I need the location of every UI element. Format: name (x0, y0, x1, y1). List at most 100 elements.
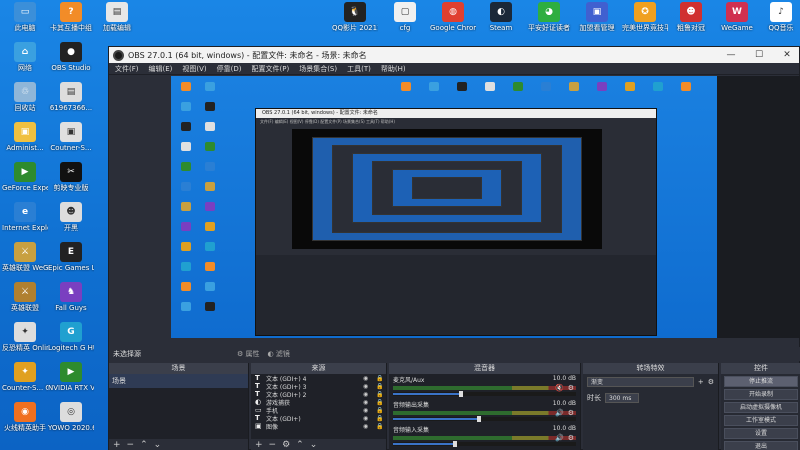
settings-button[interactable]: 设置 (724, 428, 798, 439)
lock-icon[interactable]: 🔒 (376, 383, 386, 390)
minimize-button[interactable]: — (719, 50, 743, 60)
obs-titlebar[interactable]: OBS 27.0.1 (64 bit, windows) - 配置文件: 未命名… (109, 47, 799, 63)
transition-select[interactable]: 渐变 (587, 377, 694, 387)
preview-mini-icon (205, 222, 215, 231)
preview-mini-icon (597, 82, 607, 91)
desktop-icon[interactable]: e Internet Explorer (2, 202, 48, 232)
desktop-icon[interactable]: ◉ 火线精英助手 (2, 402, 48, 432)
desktop-icon[interactable]: ◍ Google Chrome (430, 2, 476, 32)
menu-dock[interactable]: 停靠(D) (217, 64, 242, 74)
scene-item[interactable]: 场景 (109, 374, 248, 388)
desktop-icon[interactable]: ✂ 剪映专业版 (48, 162, 94, 192)
desktop-icon[interactable]: ● OBS Studio (48, 42, 94, 72)
source-settings-icon[interactable]: ⚙ (282, 440, 290, 450)
desktop-icon[interactable]: ▤ 61967366... (48, 82, 94, 112)
speaker-icon[interactable]: 🔊 (555, 434, 564, 442)
lock-icon[interactable]: 🔒 (376, 375, 386, 382)
menu-tools[interactable]: 工具(T) (347, 64, 371, 74)
eye-icon[interactable]: ◉ (363, 423, 373, 430)
remove-source-icon[interactable]: − (269, 440, 277, 450)
desktop-icon[interactable]: ▢ cfg (382, 2, 428, 32)
volume-slider-knob[interactable] (459, 391, 463, 397)
desktop-icon[interactable]: ? 卡其互播中组 (48, 2, 94, 32)
app-icon: ▤ (106, 2, 128, 22)
desktop-icon[interactable]: ▭ 此电脑 (2, 2, 48, 32)
properties-button[interactable]: ⚙ 属性 (237, 349, 260, 359)
move-up-icon[interactable]: ⌃ (140, 440, 148, 450)
desktop-icon[interactable]: ◐ Steam (478, 2, 524, 32)
desktop-icon[interactable]: ⚔ 英雄联盟 WeGame版 (2, 242, 48, 272)
exit-button[interactable]: 退出 (724, 441, 798, 450)
gear-icon[interactable]: ⚙ (568, 384, 574, 392)
add-transition-icon[interactable]: + (698, 378, 704, 386)
start-recording-button[interactable]: 开始录制 (724, 389, 798, 400)
speaker-icon[interactable]: 🔇 (555, 384, 564, 392)
close-button[interactable]: ✕ (775, 50, 799, 60)
remove-scene-icon[interactable]: − (127, 440, 135, 450)
menu-scene-collection[interactable]: 场景集合(S) (299, 64, 337, 74)
volume-slider-knob[interactable] (453, 441, 457, 447)
desktop-icon[interactable]: ◕ 平安好证读者 (526, 2, 572, 32)
desktop-icon[interactable]: ⚔ 英雄联盟 (2, 282, 48, 312)
eye-icon[interactable]: ◉ (363, 415, 373, 422)
eye-icon[interactable]: ◉ (363, 383, 373, 390)
desktop-icon[interactable]: ♪ QQ音乐 (758, 2, 800, 32)
add-source-icon[interactable]: + (255, 440, 263, 450)
preview-canvas[interactable]: OBS 27.0.1 (64 bit, windows) - 配置文件: 未命名… (171, 76, 717, 338)
menu-help[interactable]: 帮助(H) (381, 64, 406, 74)
eye-icon[interactable]: ◉ (363, 407, 373, 414)
duration-input[interactable]: 300 ms (605, 393, 639, 403)
desktop-icon[interactable]: ▤ 加载编辑 (94, 2, 140, 32)
eye-icon[interactable]: ◉ (363, 375, 373, 382)
desktop-icon[interactable]: ✦ 反恐精英 Online (2, 322, 48, 352)
eye-icon[interactable]: ◉ (363, 391, 373, 398)
lock-icon[interactable]: 🔒 (376, 399, 386, 406)
desktop-icon[interactable]: ▶ GeForce Experience (2, 162, 48, 192)
desktop-icon[interactable]: ♞ Fall Guys (48, 282, 94, 312)
desktop-icon[interactable]: E Epic Games Launcher (48, 242, 94, 272)
eye-icon[interactable]: ◉ (363, 399, 373, 406)
menu-file[interactable]: 文件(F) (115, 64, 139, 74)
desktop-icon[interactable]: W WeGame (714, 2, 760, 32)
desktop-icon[interactable]: ▣ Coutner-S... (48, 122, 94, 152)
desktop-icon[interactable]: ✪ 完美世界竞技平台 (622, 2, 668, 32)
stop-streaming-button[interactable]: 停止推流 (724, 376, 798, 387)
desktop-icon-label: 平安好证读者 (528, 24, 570, 32)
transition-settings-icon[interactable]: ⚙ (708, 378, 714, 386)
add-scene-icon[interactable]: + (113, 440, 121, 450)
lock-icon[interactable]: 🔒 (376, 415, 386, 422)
move-down-icon[interactable]: ⌄ (310, 440, 318, 450)
lock-icon[interactable]: 🔒 (376, 391, 386, 398)
gear-icon[interactable]: ⚙ (568, 434, 574, 442)
desktop-icon[interactable]: ☻ 开黑 (48, 202, 94, 232)
volume-slider[interactable] (393, 391, 576, 397)
volume-slider[interactable] (393, 441, 576, 447)
move-up-icon[interactable]: ⌃ (296, 440, 304, 450)
lock-icon[interactable]: 🔒 (376, 423, 386, 430)
lock-icon[interactable]: 🔒 (376, 407, 386, 414)
filters-button[interactable]: ◐ 滤镜 (268, 349, 290, 359)
desktop-icon[interactable]: G Logitech G HUB 9.04 (48, 322, 94, 352)
maximize-button[interactable]: ☐ (747, 50, 771, 60)
studio-mode-button[interactable]: 工作室模式 (724, 415, 798, 426)
desktop-icon[interactable]: ⌂ 网络 (2, 42, 48, 72)
gear-icon[interactable]: ⚙ (568, 409, 574, 417)
menu-edit[interactable]: 编辑(E) (149, 64, 173, 74)
desktop-icon[interactable]: 🐧 QQ影片 20211203... (332, 2, 378, 32)
volume-slider[interactable] (393, 416, 576, 422)
menu-view[interactable]: 视图(V) (182, 64, 206, 74)
desktop-icon[interactable]: ☻ 粗鲁对冠 (668, 2, 714, 32)
start-virtual-camera-button[interactable]: 启动虚拟摄像机 (724, 402, 798, 413)
move-down-icon[interactable]: ⌄ (154, 440, 162, 450)
source-row[interactable]: ▣ 图像 ◉ 🔒 (251, 422, 386, 431)
desktop-icon[interactable]: ♲ 回收站 (2, 82, 48, 112)
volume-slider-knob[interactable] (477, 416, 481, 422)
desktop-icon[interactable]: ▣ 加盟看管理 (574, 2, 620, 32)
desktop-icon-label: Counter-S... Global Off... (2, 384, 48, 392)
desktop-icon[interactable]: ◎ YOWO 2020.6.3 (48, 402, 94, 432)
desktop-icon[interactable]: ✦ Counter-S... Global Off... (2, 362, 48, 392)
desktop-icon[interactable]: ▶ NVIDIA RTX Voice (48, 362, 94, 392)
menu-profile[interactable]: 配置文件(P) (252, 64, 290, 74)
speaker-icon[interactable]: 🔊 (555, 409, 564, 417)
desktop-icon[interactable]: ▣ Administ... (2, 122, 48, 152)
